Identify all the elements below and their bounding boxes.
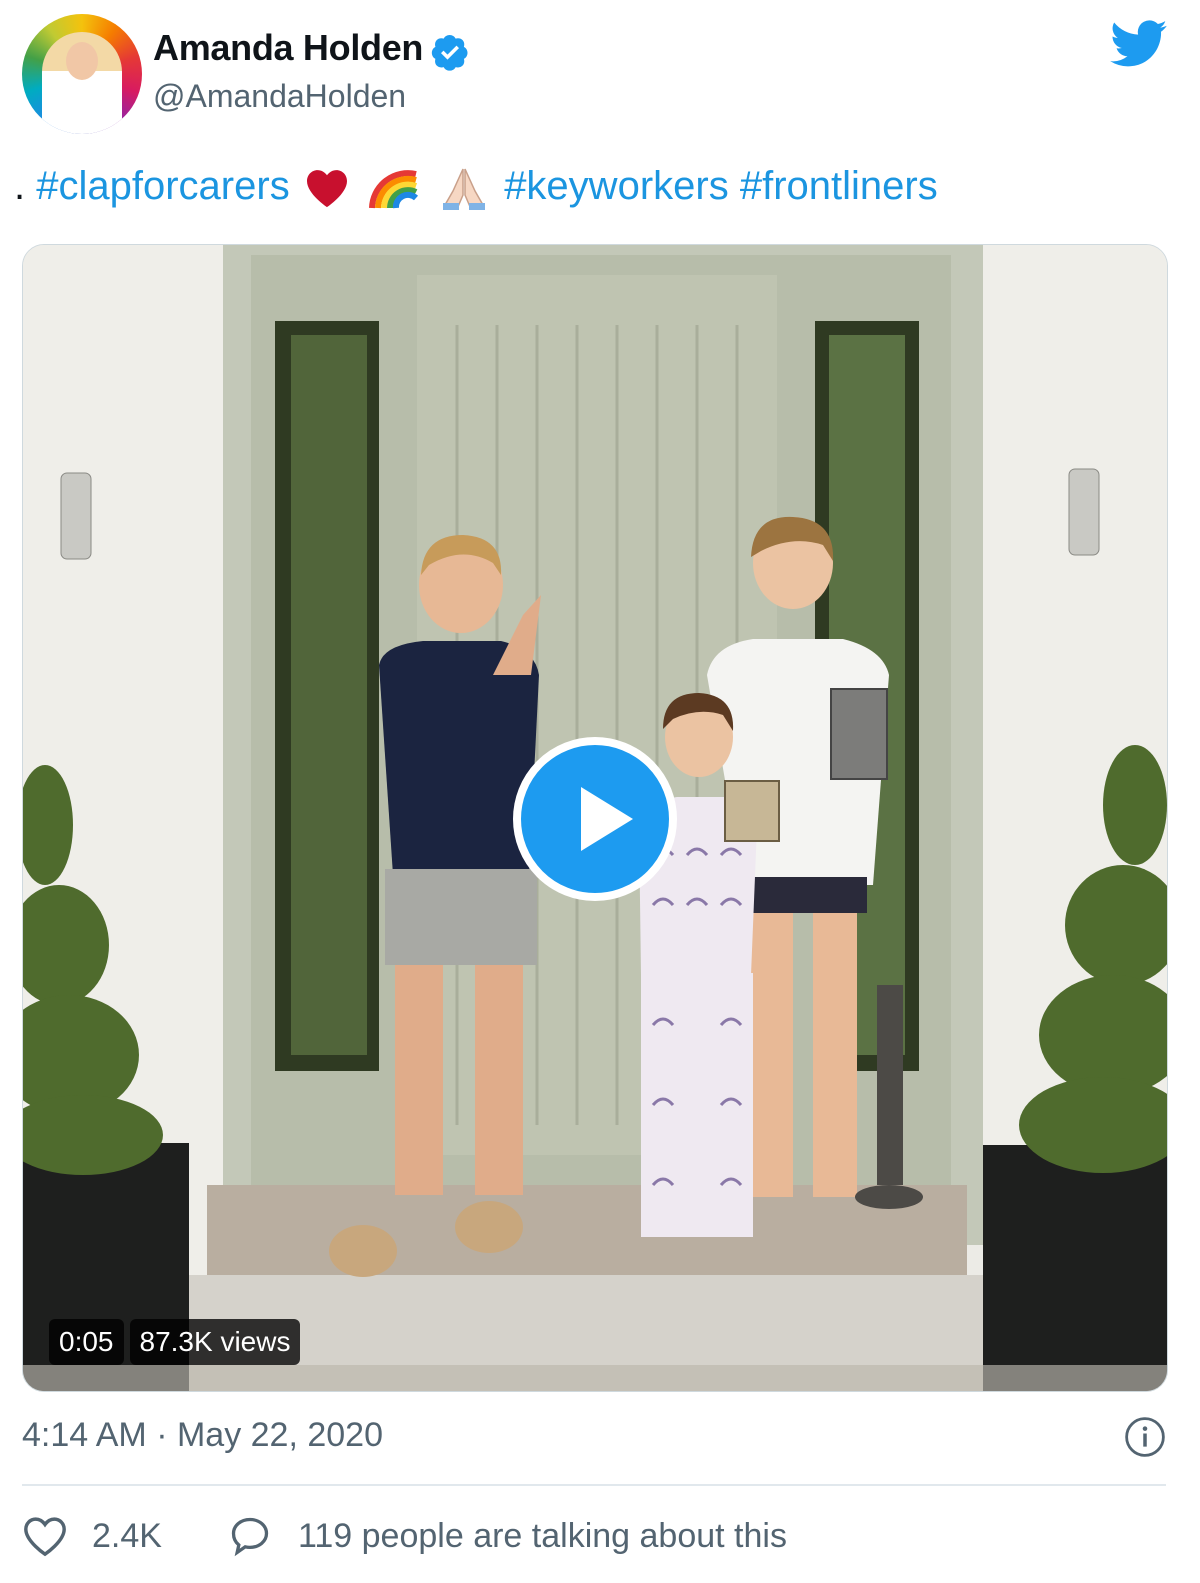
user-handle[interactable]: @AmandaHolden: [153, 78, 406, 115]
heart-emoji: [306, 170, 347, 208]
verified-badge-icon: [431, 35, 468, 71]
video-player[interactable]: 0:05 87.3K views: [22, 244, 1168, 1392]
hashtag-frontliners[interactable]: #frontliners: [740, 164, 938, 208]
speech-bubble-icon: [231, 1517, 269, 1557]
hashtag-keyworkers[interactable]: #keyworkers: [504, 164, 729, 208]
info-icon[interactable]: [1124, 1416, 1166, 1458]
heart-outline-icon: [24, 1517, 66, 1557]
video-info: 0:05 87.3K views: [49, 1319, 301, 1365]
avatar-face: [66, 42, 98, 80]
play-icon: [581, 787, 633, 851]
folded-hands-emoji: [443, 169, 486, 211]
talking-count-text: 119 people are talking about this: [298, 1516, 787, 1555]
tweet-timestamp[interactable]: 4:14 AM · May 22, 2020: [22, 1416, 383, 1455]
display-name[interactable]: Amanda Holden: [153, 27, 423, 69]
play-button[interactable]: [513, 737, 677, 901]
video-duration: 0:05: [49, 1319, 124, 1365]
tweet-lead: .: [14, 164, 26, 208]
divider: [22, 1484, 1166, 1486]
video-views: 87.3K views: [129, 1319, 301, 1365]
conversation-link[interactable]: 119 people are talking about this: [228, 1514, 787, 1558]
like-count: 2.4K: [92, 1516, 162, 1555]
twitter-bird-icon[interactable]: [1110, 20, 1168, 68]
like-button[interactable]: 2.4K: [22, 1514, 162, 1558]
tweet-text: . #clapforcarers #keyworkers #frontliner…: [14, 164, 938, 211]
hashtag-clapforcarers[interactable]: #clapforcarers: [36, 164, 289, 208]
rainbow-emoji: [368, 170, 418, 209]
avatar[interactable]: [22, 14, 142, 134]
